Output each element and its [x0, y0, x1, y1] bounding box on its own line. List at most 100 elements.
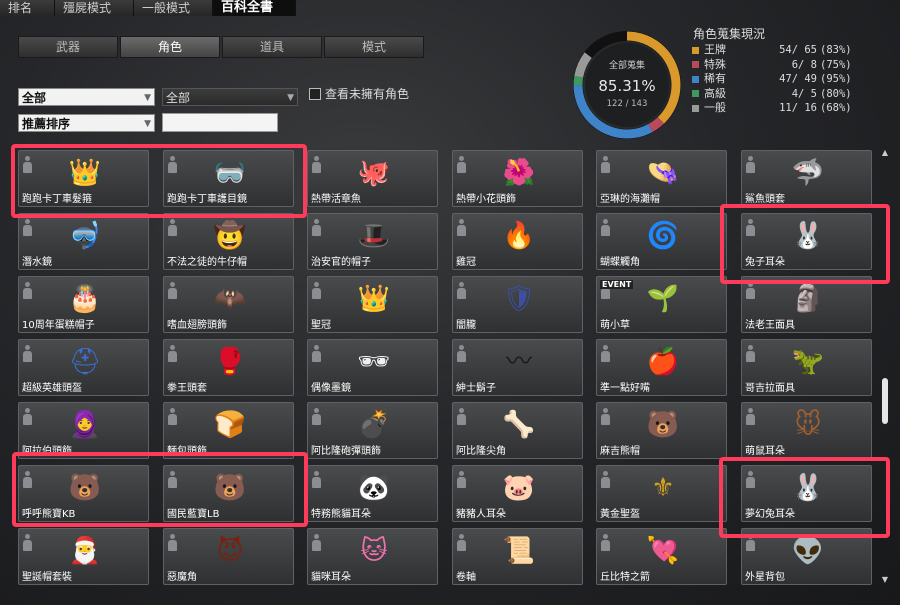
item-card[interactable]: 🦇 嗜血翅膀頭飾 [163, 276, 294, 333]
cupid-arrow-icon: 💘 [646, 536, 680, 566]
item-card[interactable]: 🐱 貓咪耳朵 [307, 528, 438, 585]
person-icon [23, 282, 32, 300]
tab-characters[interactable]: 角色 [120, 36, 220, 58]
item-name: 豬豬人耳朵 [456, 509, 506, 520]
item-card[interactable]: 📜 卷軸 [452, 528, 583, 585]
item-name: 亞琳的海灘帽 [600, 194, 660, 205]
search-input[interactable] [162, 113, 278, 132]
item-card[interactable]: 🥊 拳王頭套 [163, 339, 294, 396]
tab-items[interactable]: 道具 [222, 36, 322, 58]
tab-normal-mode[interactable]: 一般模式 [134, 0, 214, 16]
item-card[interactable]: ⚜ 黃金聖盔 [596, 465, 727, 522]
item-name: 蝴蝶觸角 [600, 257, 640, 268]
person-icon [457, 219, 466, 237]
person-icon [601, 534, 610, 552]
dino-mask-icon: 🦖 [791, 347, 825, 377]
person-icon [457, 471, 466, 489]
tab-zombie-mode[interactable]: 殭屍模式 [55, 0, 135, 16]
item-card[interactable]: 🐻 麻吉熊帽 [596, 402, 727, 459]
item-card[interactable]: ⛑ 超級英雄頭盔 [18, 339, 149, 396]
item-name: 鯊魚頭套 [745, 194, 785, 205]
subcategory-select[interactable]: 全部 ▼ [162, 88, 298, 106]
item-name: 10周年蛋糕帽子 [22, 320, 95, 331]
person-icon [746, 408, 755, 426]
person-icon [312, 156, 321, 174]
item-card[interactable]: 🐙 熱帶活章魚 [307, 150, 438, 207]
item-card[interactable]: 🦈 鯊魚頭套 [741, 150, 872, 207]
item-card[interactable]: 🐭 萌鼠耳朵 [741, 402, 872, 459]
dark-helm-icon: 🛡 [502, 284, 536, 314]
item-name: 雞冠 [456, 257, 476, 268]
item-card[interactable]: 💣 阿比隆砲彈頭飾 [307, 402, 438, 459]
person-icon [312, 534, 321, 552]
legend-swatch [692, 46, 699, 54]
scrollbar-thumb[interactable] [882, 378, 888, 424]
item-name: 萌鼠耳朵 [745, 446, 785, 457]
item-card[interactable]: 🔥 雞冠 [452, 213, 583, 270]
item-name: 治安官的帽子 [311, 257, 371, 268]
item-card[interactable]: 🧕 阿拉伯頭飾 [18, 402, 149, 459]
item-card[interactable]: 🗿 法老王面具 [741, 276, 872, 333]
item-card[interactable]: 👒 亞琳的海灘帽 [596, 150, 727, 207]
item-card[interactable]: 💘 丘比特之箭 [596, 528, 727, 585]
item-name: 哥吉拉面具 [745, 383, 795, 394]
tab-modes[interactable]: 模式 [324, 36, 424, 58]
person-icon [23, 408, 32, 426]
item-card[interactable]: 🍎 準一點好嘴 [596, 339, 727, 396]
show-unowned-checkbox[interactable] [309, 88, 321, 100]
sun-hat-icon: 👒 [646, 158, 680, 188]
cat-ears-icon: 🐱 [360, 536, 388, 566]
tab-encyclopedia[interactable]: 百科全書 [213, 0, 297, 16]
item-card[interactable]: 🎅 聖誕帽套裝 [18, 528, 149, 585]
item-card[interactable]: 🤿 潛水鏡 [18, 213, 149, 270]
collection-row: 稀有 47/ 49 (95%) [692, 72, 872, 87]
item-card[interactable]: 🦴 阿比隆尖角 [452, 402, 583, 459]
legend-swatch [692, 90, 699, 97]
item-name: 黃金聖盔 [600, 509, 640, 520]
item-card[interactable]: 🌺 熱帶小花頭飾 [452, 150, 583, 207]
person-icon [746, 156, 755, 174]
chevron-down-icon: ▼ [144, 119, 151, 129]
apple-icon: 🍎 [646, 347, 680, 377]
item-card[interactable]: 🎩 治安官的帽子 [307, 213, 438, 270]
item-card[interactable]: 🍞 麵包頭飾 [163, 402, 294, 459]
category-select[interactable]: 全部 ▼ [18, 88, 155, 106]
item-card[interactable]: 🕶 偶像墨鏡 [307, 339, 438, 396]
item-card[interactable]: 🐼 特務熊貓耳朵 [307, 465, 438, 522]
item-card[interactable]: 🌀 蝴蝶觸角 [596, 213, 727, 270]
item-card[interactable]: 🎂 10周年蛋糕帽子 [18, 276, 149, 333]
collection-row-name: 一般 [704, 101, 726, 114]
top-tab-bar: 排名 殭屍模式 一般模式 百科全書 [0, 0, 297, 16]
item-name: 熱帶活章魚 [311, 194, 361, 205]
item-card[interactable]: 🛡 闇朧 [452, 276, 583, 333]
person-icon [168, 345, 177, 363]
item-card[interactable]: 👑 聖冠 [307, 276, 438, 333]
item-name: 嗜血翅膀頭飾 [167, 320, 227, 331]
item-name: 潛水鏡 [22, 257, 52, 268]
person-icon [168, 219, 177, 237]
mustache-icon: 〰 [505, 347, 532, 377]
collection-row-count: 4/ 5 [791, 87, 817, 100]
scroll-up-icon[interactable]: ▲ [880, 148, 890, 157]
item-name: 惡魔角 [167, 572, 197, 583]
category-select-value: 全部 [22, 91, 47, 105]
item-name: 外星背包 [745, 572, 785, 583]
crown-icon: 👑 [357, 284, 391, 314]
sort-select[interactable]: 推薦排序 ▼ [18, 114, 155, 132]
item-card[interactable]: 🤠 不法之徒的牛仔帽 [163, 213, 294, 270]
item-card[interactable]: 🌱 萌小草 EVENT [596, 276, 727, 333]
tab-weapons[interactable]: 武器 [18, 36, 118, 58]
collection-row: 一般 11/ 16 (68%) [692, 101, 872, 116]
item-name: 阿比隆砲彈頭飾 [311, 446, 381, 457]
collection-row-percent: (83%) [820, 44, 852, 56]
person-icon [168, 282, 177, 300]
person-icon [601, 471, 610, 489]
tab-ranking[interactable]: 排名 [0, 0, 56, 16]
scroll-down-icon[interactable]: ▼ [880, 575, 890, 584]
item-card[interactable]: 🐷 豬豬人耳朵 [452, 465, 583, 522]
item-name: 紳士鬍子 [456, 383, 496, 394]
item-card[interactable]: 〰紳士鬍子 [452, 339, 583, 396]
item-card[interactable]: 🦖 哥吉拉面具 [741, 339, 872, 396]
item-card[interactable]: 😈 惡魔角 [163, 528, 294, 585]
octopus-icon: 🐙 [357, 158, 391, 188]
